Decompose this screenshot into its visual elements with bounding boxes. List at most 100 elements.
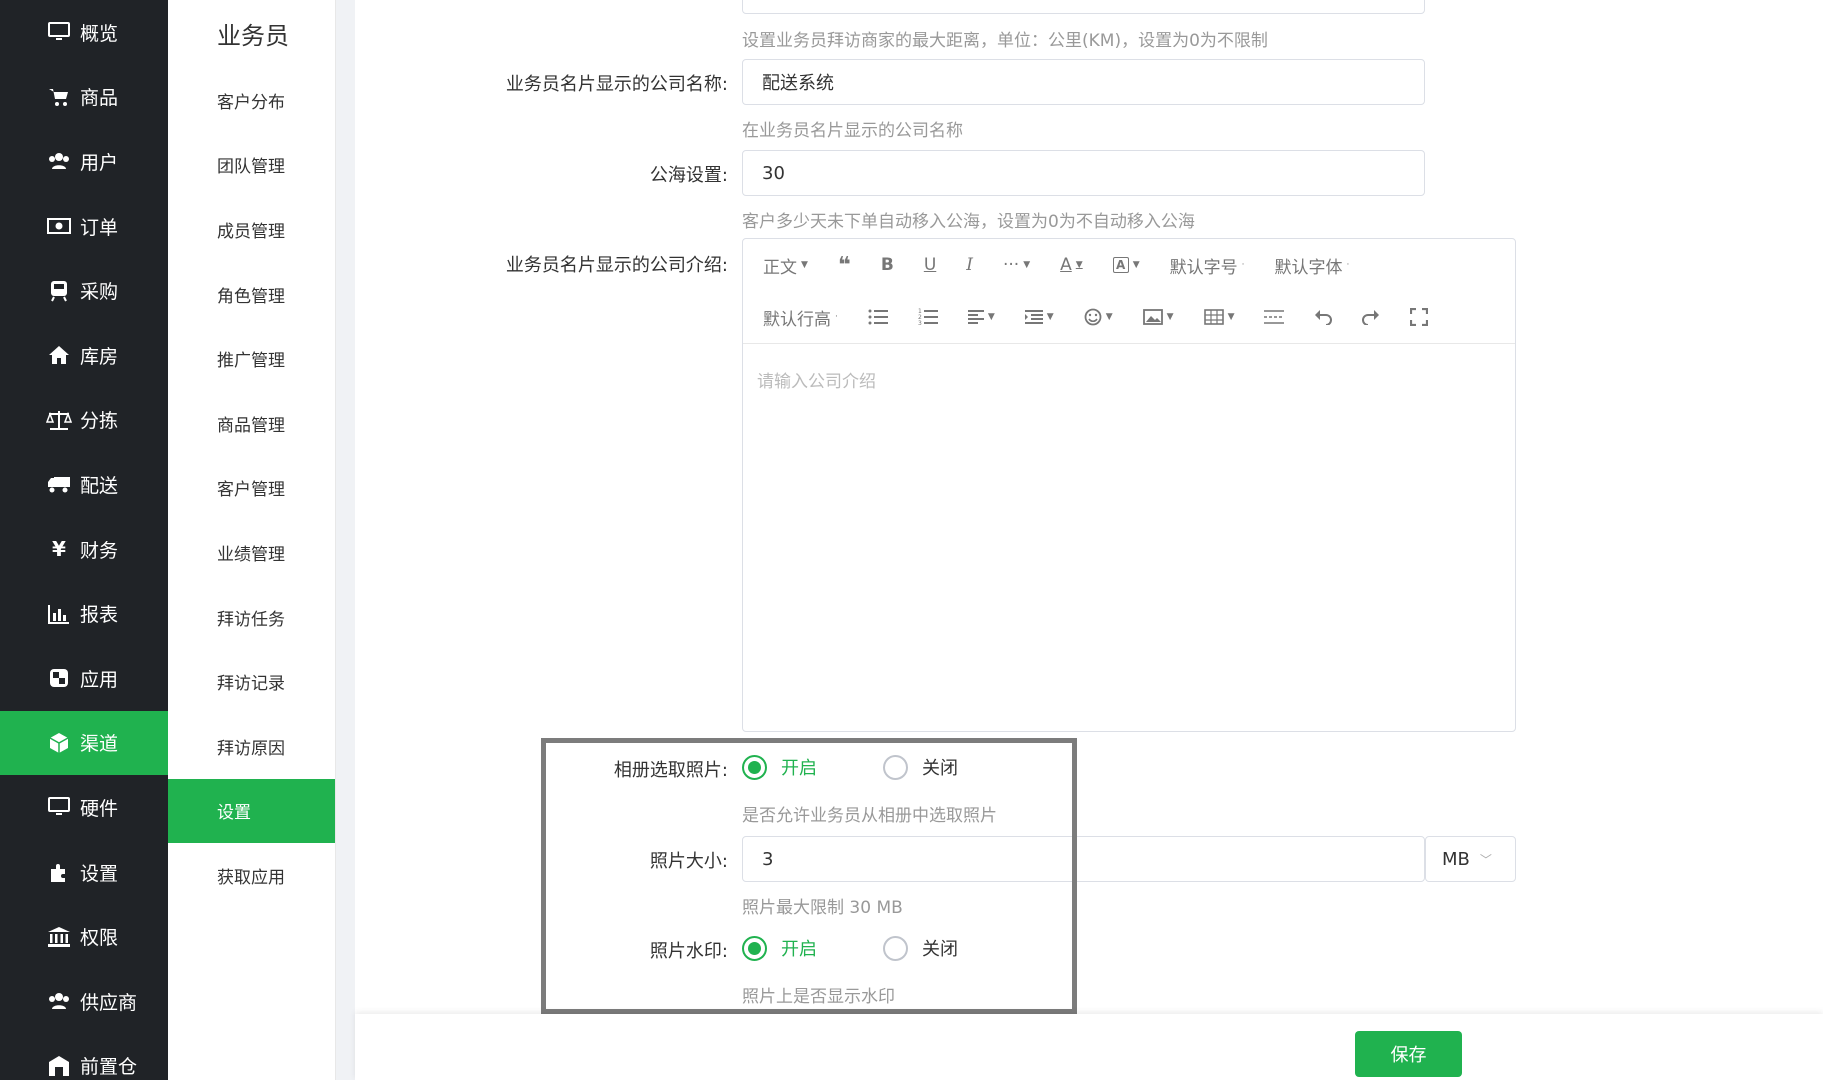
company-name-input[interactable]: 配送系统: [742, 59, 1425, 105]
sub-item-team-management[interactable]: 团队管理: [168, 133, 335, 198]
bold-icon[interactable]: B: [881, 255, 894, 275]
sub-item-customer-distribution[interactable]: 客户分布: [168, 68, 335, 133]
nav-item-label: 权限: [80, 927, 119, 950]
nav-item-channel[interactable]: 渠道: [0, 710, 168, 776]
nav-item-users[interactable]: 用户: [0, 129, 168, 194]
toolbar-divider: [743, 343, 1515, 344]
watermark-on-radio[interactable]: 开启: [742, 935, 817, 961]
sub-item-visit-tasks[interactable]: 拜访任务: [168, 585, 335, 650]
indent-icon[interactable]: ▼: [1024, 310, 1054, 324]
nav-item-suppliers[interactable]: 供应商: [0, 969, 168, 1034]
sub-item-goods-management[interactable]: 商品管理: [168, 391, 335, 456]
bullet-list-icon[interactable]: [868, 309, 888, 325]
nav-item-goods[interactable]: 商品: [0, 65, 168, 130]
numbered-list-icon[interactable]: 123: [918, 308, 938, 326]
nav-item-label: 采购: [80, 281, 119, 304]
nav-item-warehouse[interactable]: 库房: [0, 323, 168, 388]
album-select-hint: 是否允许业务员从相册中选取照片: [742, 806, 997, 826]
nav-item-label: 应用: [80, 668, 119, 691]
puzzle-icon: [46, 859, 72, 885]
nav-item-apps[interactable]: 应用: [0, 646, 168, 711]
watermark-off-radio[interactable]: 关闭: [883, 935, 958, 961]
font-color-icon[interactable]: A ▼: [1060, 255, 1083, 275]
truck-icon: [46, 471, 72, 497]
align-icon[interactable]: ▼: [967, 310, 995, 324]
nav-item-finance[interactable]: ¥ 财务: [0, 517, 168, 582]
undo-icon[interactable]: [1314, 309, 1333, 325]
nav-item-reports[interactable]: 报表: [0, 581, 168, 646]
public-sea-hint: 客户多少天未下单自动移入公海，设置为0为不自动移入公海: [742, 212, 1195, 232]
nav-item-label: 配送: [80, 474, 119, 497]
italic-icon[interactable]: I: [966, 255, 973, 275]
font-family-dropdown[interactable]: 默认字体 ·: [1274, 253, 1349, 278]
nav-item-label: 分拣: [80, 410, 119, 433]
nav-item-orders[interactable]: 订单: [0, 194, 168, 259]
nav-item-label: 供应商: [80, 991, 138, 1014]
album-select-label: 相册选取照片:: [613, 760, 728, 781]
submenu-title: 业务员: [217, 22, 289, 50]
fullscreen-icon[interactable]: [1410, 308, 1429, 326]
nav-item-purchase[interactable]: 采购: [0, 258, 168, 323]
max-distance-hint: 设置业务员拜访商家的最大距离，单位：公里(KM)，设置为0为不限制: [742, 31, 1268, 51]
nav-item-delivery[interactable]: 配送: [0, 452, 168, 517]
public-sea-input[interactable]: 30: [742, 150, 1425, 196]
background-color-icon[interactable]: A ▼: [1112, 257, 1140, 273]
photo-size-input[interactable]: 3: [742, 836, 1425, 882]
photo-size-label: 照片大小:: [649, 851, 728, 872]
sub-item-role-management[interactable]: 角色管理: [168, 262, 335, 327]
sub-item-visit-reasons[interactable]: 拜访原因: [168, 714, 335, 779]
bank-icon: [46, 924, 72, 950]
nav-item-label: 报表: [80, 604, 119, 627]
nav-item-permissions[interactable]: 权限: [0, 904, 168, 969]
sub-item-get-app[interactable]: 获取应用: [168, 843, 335, 908]
paragraph-format-dropdown[interactable]: 正文 ▼: [763, 253, 808, 278]
form-footer: 保存: [355, 1014, 1823, 1080]
svg-text:3: 3: [918, 320, 922, 326]
nav-item-front-warehouse[interactable]: 前置仓: [0, 1034, 168, 1080]
desktop-icon: [46, 794, 72, 820]
sub-item-promotion-management[interactable]: 推广管理: [168, 326, 335, 391]
rich-text-editor[interactable]: 正文 ▼ ❝ B U I ··· ▼ A ▼ A ▼ 默认字号 · 默认字体 · 默认行高 ·…: [742, 238, 1516, 732]
underline-icon[interactable]: U: [924, 255, 936, 275]
chevron-down-icon: ﹀: [1479, 852, 1492, 867]
radio-label: 开启: [781, 758, 817, 779]
nav-item-sorting[interactable]: 分拣: [0, 388, 168, 453]
line-height-dropdown[interactable]: 默认行高 ·: [763, 305, 838, 330]
main-nav: 概览 商品 用户 订单 采购 库房 分拣 配送 ¥ 财务 报表 应用 渠道 硬件…: [0, 0, 168, 1080]
album-select-off-radio[interactable]: 关闭: [883, 754, 958, 780]
scale-icon: [46, 407, 72, 433]
editor-placeholder[interactable]: 请输入公司介绍: [757, 367, 876, 392]
quote-icon[interactable]: ❝: [838, 253, 851, 278]
radio-dot: [742, 754, 767, 780]
image-icon[interactable]: ▼: [1142, 309, 1174, 325]
radio-dot: [742, 935, 767, 961]
nav-item-label: 渠道: [80, 733, 119, 756]
watermark-hint: 照片上是否显示水印: [742, 987, 895, 1007]
nav-item-hardware[interactable]: 硬件: [0, 775, 168, 840]
nav-item-settings[interactable]: 设置: [0, 840, 168, 905]
cart-icon: [46, 84, 72, 110]
sub-item-settings[interactable]: 设置: [168, 778, 335, 844]
emoji-icon[interactable]: ▼: [1084, 308, 1113, 326]
nav-item-overview[interactable]: 概览: [0, 0, 168, 65]
sub-item-visit-records[interactable]: 拜访记录: [168, 649, 335, 714]
redo-icon[interactable]: [1362, 309, 1380, 325]
divider-icon[interactable]: [1264, 310, 1285, 324]
sub-item-customer-management[interactable]: 客户管理: [168, 456, 335, 521]
watermark-label: 照片水印:: [649, 941, 728, 962]
sub-item-member-management[interactable]: 成员管理: [168, 197, 335, 262]
photo-size-unit-select[interactable]: MB ﹀: [1425, 836, 1516, 882]
max-distance-input[interactable]: [742, 0, 1425, 14]
users-icon: [46, 148, 72, 174]
more-format-icon[interactable]: ··· ▼: [1003, 255, 1030, 275]
radio-label: 关闭: [922, 758, 958, 779]
save-button[interactable]: 保存: [1355, 1031, 1462, 1077]
album-select-on-radio[interactable]: 开启: [742, 754, 817, 780]
unit-select-value: MB: [1442, 848, 1470, 870]
nav-item-label: 硬件: [80, 797, 119, 820]
photo-size-hint: 照片最大限制 30 MB: [742, 898, 903, 918]
table-icon[interactable]: ▼: [1203, 309, 1234, 325]
sub-item-performance-management[interactable]: 业绩管理: [168, 520, 335, 585]
font-size-dropdown[interactable]: 默认字号 ·: [1170, 253, 1245, 278]
nav-item-label: 用户: [80, 151, 119, 174]
